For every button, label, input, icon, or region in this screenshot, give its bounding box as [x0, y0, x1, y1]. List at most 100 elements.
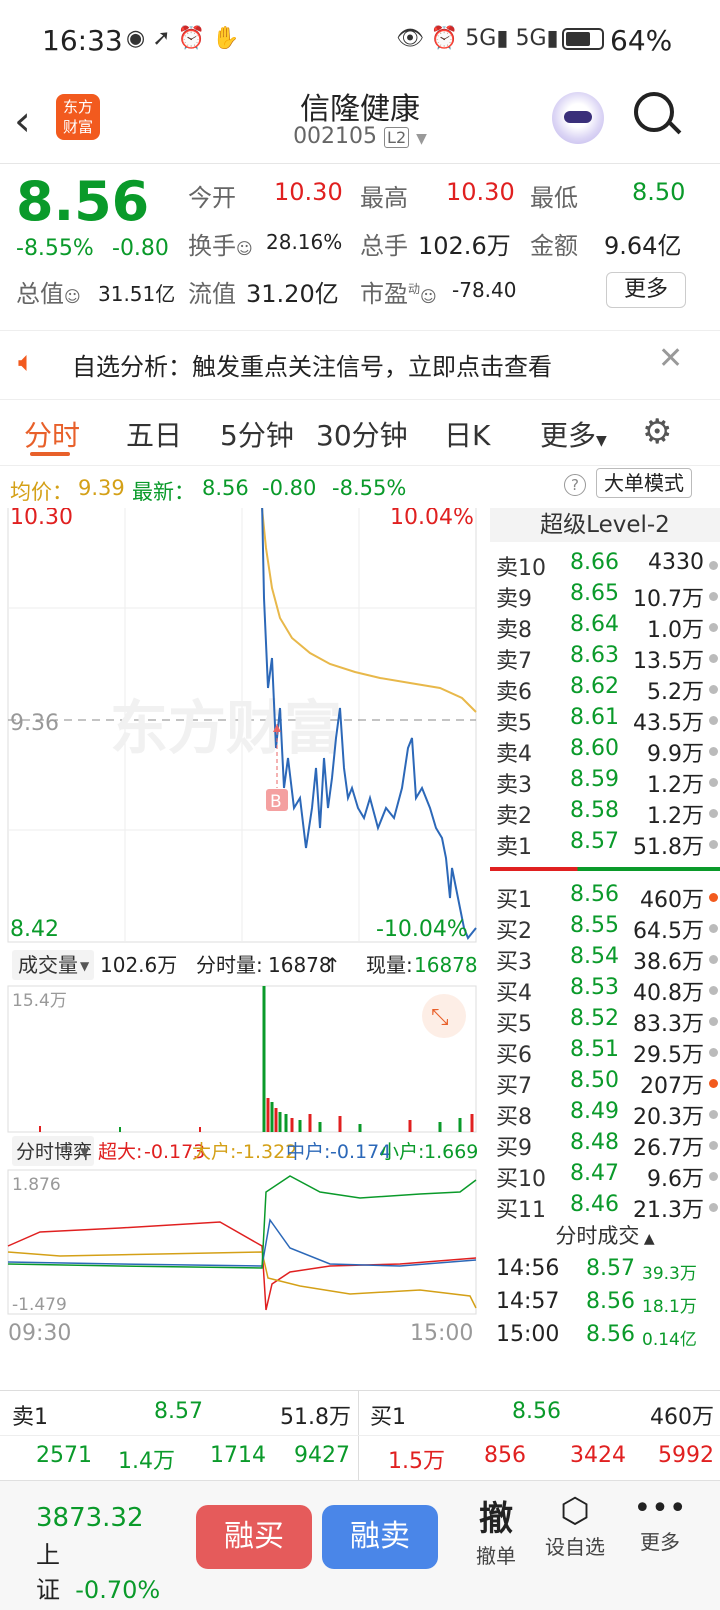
dot-icon — [709, 1141, 718, 1150]
index-ticker[interactable]: 3873.32 上证 -0.70% — [36, 1503, 176, 1605]
trade-time: 14:57 — [496, 1289, 560, 1314]
intraday-chart-area: 东方财富 B 10.30 10.04% 9.36 8.42 -10.04% 成交… — [0, 499, 490, 1388]
more-button[interactable]: 更多 — [606, 272, 686, 308]
margin-sell-button[interactable]: 融卖 — [322, 1505, 438, 1569]
analysis-banner[interactable]: 🔈︎ 自选分析：触发重点关注信号，立即点击查看 ✕ — [0, 330, 720, 400]
index-name: 上证 — [36, 1541, 60, 1604]
info-icon[interactable]: ☺ — [420, 287, 437, 306]
bottom-percent-label: -10.04% — [376, 917, 468, 942]
info-icon[interactable]: ☺ — [64, 287, 81, 306]
chevron-up-icon: ▲ — [639, 1231, 655, 1247]
tick-volume-value: 16878 — [268, 953, 332, 977]
turnover-value: 28.16% — [266, 230, 343, 254]
ask-row[interactable]: 卖4 8.60 9.9万 — [490, 736, 720, 768]
bottom-toolbar: 3873.32 上证 -0.70% 融买 融卖 撤 撤单 ⬡ 设自选 ••• 更… — [0, 1480, 720, 1610]
cancel-order-button[interactable]: 撤 撤单 — [466, 1491, 526, 1569]
dot-icon — [709, 592, 718, 601]
tab-intraday[interactable]: 分时 — [24, 414, 80, 454]
dot-icon — [709, 1110, 718, 1119]
open-label: 今开 — [188, 184, 236, 212]
dot-icon — [709, 840, 718, 849]
ask-row[interactable]: 卖10 8.66 4330 — [490, 550, 720, 582]
status-bar: 16:33 ◉ ➚ ⏰ ✋ 👁 ⏰ 5G▮ 5G▮ 64% — [0, 0, 720, 80]
buy-marker[interactable]: B — [270, 792, 282, 812]
ask-row[interactable]: 卖8 8.64 1.0万 — [490, 612, 720, 644]
volume-selector[interactable]: 成交量 — [18, 953, 78, 977]
big-order-mode-button[interactable]: 大单模式 — [596, 468, 692, 498]
ask-volume: 51.8万 — [633, 835, 704, 860]
dot-icon — [709, 1172, 718, 1181]
trade-price: 8.57 — [586, 1256, 635, 1281]
dot-icon — [709, 561, 718, 570]
latest-change: -0.80 — [262, 476, 317, 500]
bid-row[interactable]: 买5 8.52 83.3万 — [490, 1006, 720, 1038]
tab-5min[interactable]: 5分钟 — [220, 414, 294, 454]
hexagon-icon: ⬡ — [560, 1491, 590, 1531]
tab-five-day[interactable]: 五日 — [126, 414, 182, 454]
trade-volume: 0.14亿 — [642, 1330, 697, 1350]
bid-row[interactable]: 买3 8.54 38.6万 — [490, 944, 720, 976]
ask-stat: 1.4万 — [118, 1449, 175, 1474]
now-volume-value: 16878 — [414, 953, 478, 977]
volume-label: 总手 — [360, 232, 408, 260]
bid-row[interactable]: 买7 8.50 207万 — [490, 1068, 720, 1100]
tab-30min[interactable]: 30分钟 — [316, 414, 408, 454]
bid-level-label: 买9 — [496, 1136, 532, 1161]
watch-label: 设自选 — [545, 1535, 605, 1559]
ask-row[interactable]: 卖9 8.65 10.7万 — [490, 581, 720, 613]
bid-row[interactable]: 买8 8.49 20.3万 — [490, 1099, 720, 1131]
ask-row[interactable]: 卖5 8.61 43.5万 — [490, 705, 720, 737]
info-icon[interactable]: ☺ — [236, 239, 253, 258]
bid-volume: 9.6万 — [647, 1167, 704, 1192]
bid-row[interactable]: 买1 8.56 460万 — [490, 882, 720, 914]
trade-time: 14:56 — [496, 1256, 560, 1281]
open-value: 10.30 — [274, 178, 343, 206]
margin-buy-button[interactable]: 融买 — [196, 1505, 312, 1569]
add-watchlist-button[interactable]: ⬡ 设自选 — [540, 1491, 610, 1560]
stock-name: 信隆健康 — [300, 92, 420, 127]
more-menu-button[interactable]: ••• 更多 — [628, 1491, 692, 1555]
mcap-value: 31.51亿 — [98, 282, 176, 306]
intraday-chart-svg[interactable]: 东方财富 B 10.30 10.04% 9.36 8.42 -10.04% 成交… — [0, 499, 490, 1388]
dot-icon — [709, 1017, 718, 1026]
ask-level-label: 卖8 — [496, 618, 532, 643]
ask-volume: 4330 — [648, 550, 704, 575]
bid-volume: 26.7万 — [633, 1136, 704, 1161]
avg-value: 9.39 — [78, 476, 125, 500]
settings-gear-icon[interactable]: ⚙ — [642, 412, 672, 452]
tab-indicator — [30, 452, 70, 456]
ask-volume: 13.5万 — [633, 649, 704, 674]
ask-row[interactable]: 卖2 8.58 1.2万 — [490, 798, 720, 830]
help-icon[interactable]: ? — [564, 474, 586, 496]
trade-row: 15:00 8.56 0.14亿 — [490, 1322, 720, 1352]
big-label: 大户: — [192, 1141, 236, 1163]
bid-level-label: 买6 — [496, 1043, 532, 1068]
ask-row[interactable]: 卖6 8.62 5.2万 — [490, 674, 720, 706]
bid-stat: 3424 — [570, 1443, 626, 1468]
ask-row[interactable]: 卖3 8.59 1.2万 — [490, 767, 720, 799]
ask-row[interactable]: 卖1 8.57 51.8万 — [490, 829, 720, 861]
back-arrow-icon[interactable]: ‹ — [14, 96, 31, 145]
ask-volume: 10.7万 — [633, 587, 704, 612]
bid-row[interactable]: 买2 8.55 64.5万 — [490, 913, 720, 945]
bottom-price-label: 8.42 — [10, 917, 59, 942]
ask-row[interactable]: 卖7 8.63 13.5万 — [490, 643, 720, 675]
top-price-label: 10.30 — [10, 508, 73, 530]
close-icon[interactable]: ✕ — [658, 341, 683, 376]
ask-price: 8.66 — [570, 550, 619, 575]
trades-title[interactable]: 分时成交 ▲ — [490, 1220, 720, 1250]
tab-daily-k[interactable]: 日K — [444, 414, 490, 454]
summary-ask-price: 8.57 — [154, 1399, 203, 1424]
bid-price: 8.52 — [570, 1006, 619, 1031]
robot-assistant-icon[interactable] — [552, 92, 604, 144]
bid-row[interactable]: 买4 8.53 40.8万 — [490, 975, 720, 1007]
tab-more[interactable]: 更多▼ — [540, 414, 607, 454]
search-icon[interactable] — [634, 92, 682, 135]
bid-row[interactable]: 买9 8.48 26.7万 — [490, 1130, 720, 1162]
change-percent: -8.55% — [16, 236, 94, 261]
chart-tabs: 分时 五日 5分钟 30分钟 日K 更多▼ ⚙ — [0, 400, 720, 466]
bid-row[interactable]: 买6 8.51 29.5万 — [490, 1037, 720, 1069]
dot-icon — [709, 924, 718, 933]
stock-code-line[interactable]: 002105 L2 ▼ — [200, 124, 520, 149]
bid-row[interactable]: 买10 8.47 9.6万 — [490, 1161, 720, 1193]
